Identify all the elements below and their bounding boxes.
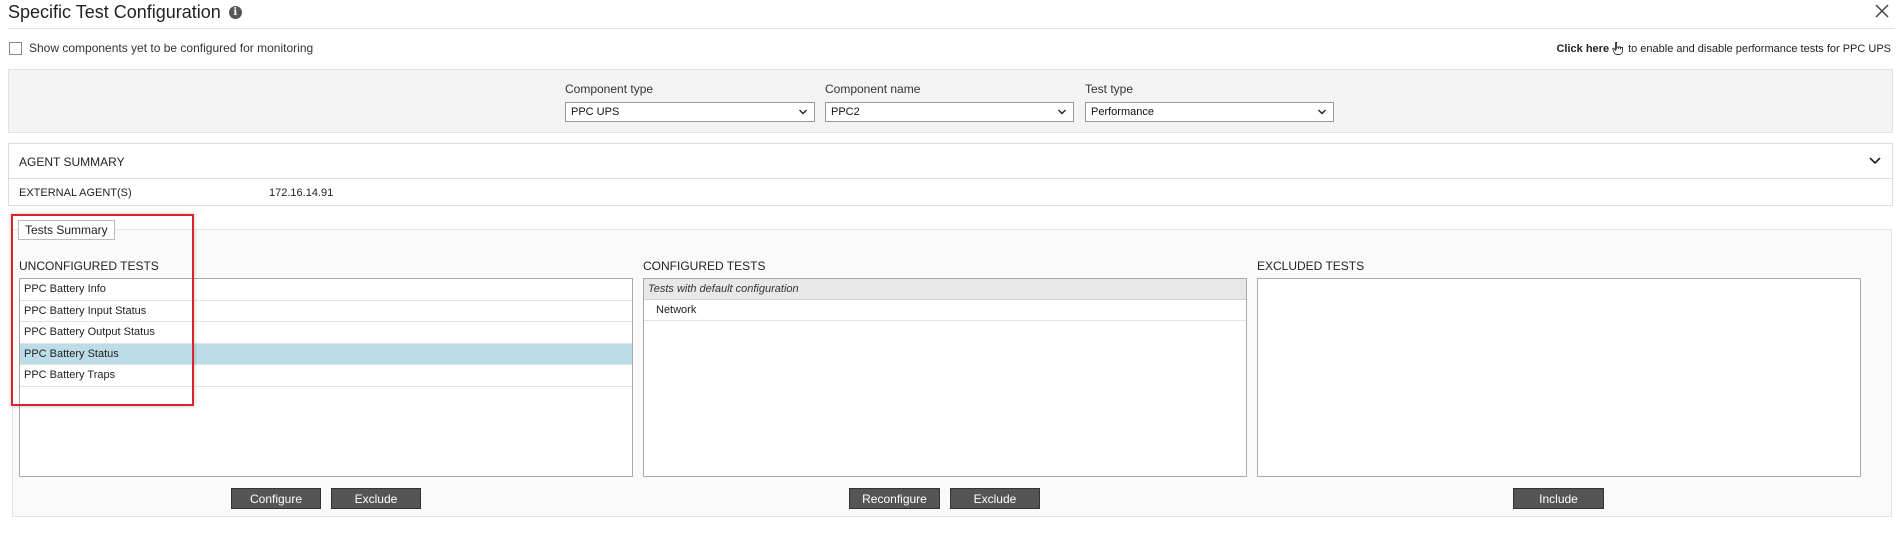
click-here-link[interactable]: Click here (1556, 43, 1609, 55)
show-unconfigured-label: Show components yet to be configured for… (29, 41, 314, 55)
component-type-value: PPC UPS (571, 106, 620, 118)
show-unconfigured-checkbox[interactable] (9, 42, 22, 55)
component-name-select[interactable]: PPC2 (825, 102, 1074, 122)
chevron-down-icon (1058, 109, 1066, 115)
exclude-unconfigured-button[interactable]: Exclude (331, 488, 421, 509)
close-icon[interactable] (1873, 2, 1891, 20)
dialog-title: Specific Test Configuration i (8, 1, 242, 23)
tab-tests-summary[interactable]: Tests Summary (18, 220, 115, 240)
component-selector-panel: Component type PPC UPS Component name PP… (8, 69, 1893, 133)
configured-tests-label: CONFIGURED TESTS (643, 259, 766, 273)
include-button[interactable]: Include (1513, 488, 1604, 509)
list-item[interactable]: PPC Battery Output Status (20, 322, 632, 344)
default-config-group-header: Tests with default configuration (644, 279, 1246, 300)
configured-tests-list[interactable]: Tests with default configuration Network (643, 278, 1247, 477)
exclude-configured-button[interactable]: Exclude (950, 488, 1040, 509)
unconfigured-tests-list[interactable]: PPC Battery Info PPC Battery Input Statu… (19, 278, 633, 477)
performance-tests-hint: Click here to enable and disable perform… (1556, 41, 1891, 56)
unconfigured-tests-label: UNCONFIGURED TESTS (19, 259, 159, 273)
click-here-text: to enable and disable performance tests … (1628, 42, 1891, 55)
test-type-group: Test type Performance (1085, 82, 1334, 122)
info-icon[interactable]: i (228, 5, 242, 19)
external-agent-value: 172.16.14.91 (269, 187, 334, 199)
list-item[interactable]: PPC Battery Traps (20, 365, 632, 387)
list-item-selected[interactable]: PPC Battery Status (20, 343, 632, 365)
test-type-select[interactable]: Performance (1085, 102, 1334, 122)
component-type-select[interactable]: PPC UPS (565, 102, 815, 122)
component-name-label: Component name (825, 82, 921, 96)
excluded-tests-list[interactable] (1257, 278, 1861, 477)
component-name-value: PPC2 (831, 106, 860, 118)
excluded-tests-label: EXCLUDED TESTS (1257, 259, 1365, 273)
test-type-label: Test type (1085, 82, 1134, 96)
list-item[interactable]: PPC Battery Input Status (20, 301, 632, 322)
external-agent-label: EXTERNAL AGENT(S) (19, 187, 132, 199)
chevron-down-icon (799, 109, 807, 115)
agent-summary-panel: AGENT SUMMARY EXTERNAL AGENT(S) 172.16.1… (8, 143, 1893, 206)
reconfigure-button[interactable]: Reconfigure (849, 488, 940, 509)
agent-summary-header[interactable]: AGENT SUMMARY (9, 144, 1892, 179)
agent-summary-title: AGENT SUMMARY (19, 155, 125, 169)
chevron-down-icon[interactable] (1868, 155, 1882, 167)
dialog-title-text: Specific Test Configuration (8, 2, 221, 22)
component-name-group: Component name PPC2 (825, 82, 1074, 122)
configure-button[interactable]: Configure (231, 488, 321, 509)
list-item[interactable]: Network (644, 300, 1246, 321)
component-type-label: Component type (565, 82, 654, 96)
component-type-group: Component type PPC UPS (565, 82, 815, 122)
list-item[interactable]: PPC Battery Info (20, 279, 632, 301)
chevron-down-icon (1318, 109, 1326, 115)
hand-pointer-icon (1612, 41, 1624, 55)
test-type-value: Performance (1091, 106, 1154, 118)
header-divider (8, 28, 1895, 29)
